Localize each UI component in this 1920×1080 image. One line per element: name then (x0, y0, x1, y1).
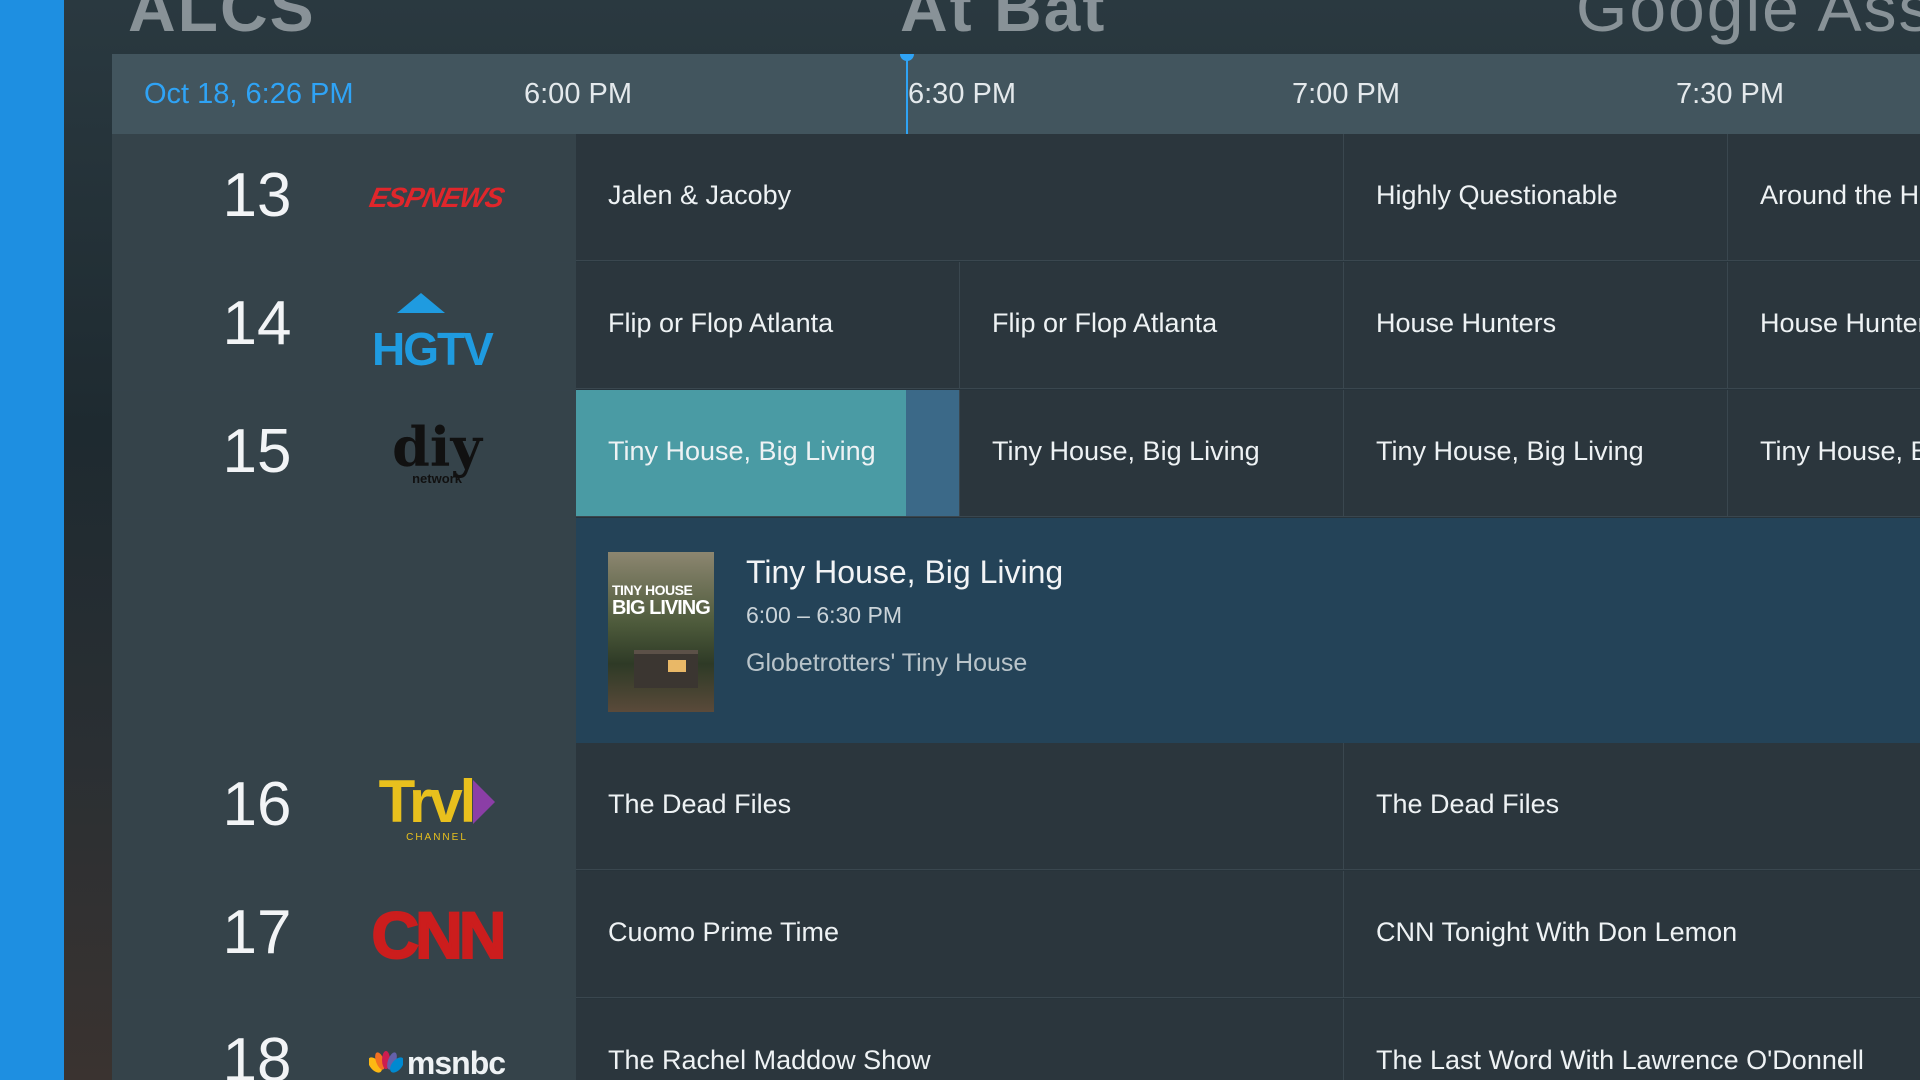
msnbc-logo: msnbc (362, 1019, 512, 1080)
program-cell[interactable]: Tiny House, Big Living (960, 390, 1344, 517)
channel-number: 14 (222, 289, 292, 358)
channel-cell[interactable]: 13 ESPNEWS (112, 134, 576, 263)
channel-cell[interactable]: 14 HGTV (112, 262, 576, 391)
time-slot-730: 7:30 PM (1676, 78, 1784, 110)
program-cell[interactable]: Tiny House, Bi (1728, 390, 1920, 517)
channel-number: 18 (222, 1026, 292, 1080)
detail-time: 6:00 – 6:30 PM (746, 602, 902, 628)
program-remaining-time (906, 390, 960, 517)
program-cell[interactable]: The Rachel Maddow Show (576, 999, 1344, 1080)
channel-cell[interactable]: 17 CNN (112, 871, 576, 1000)
program-cell[interactable]: The Last Word With Lawrence O'Donnell (1344, 999, 1920, 1080)
detail-panel[interactable]: TINY HOUSE BIG LIVING Tiny House, Big Li… (576, 518, 1920, 743)
background-title-assistant: Google Assistant (1576, 0, 1920, 45)
program-cell[interactable]: House Hunters (1728, 262, 1920, 389)
channel-row-17: 17 CNN Cuomo Prime Time CNN Tonight With… (112, 871, 1920, 1000)
program-cell[interactable]: The Dead Files (576, 743, 1344, 870)
channel-cell[interactable]: 15 diy network (112, 390, 576, 519)
diy-logo: diy network (392, 414, 482, 486)
channel-number: 17 (222, 898, 292, 967)
current-time: Oct 18, 6:26 PM (144, 78, 354, 110)
time-slot-700: 7:00 PM (1292, 78, 1400, 110)
background-title-atbat: At Bat (900, 0, 1107, 45)
detail-title: Tiny House, Big Living (746, 554, 1064, 590)
play-triangle-icon (473, 779, 496, 824)
channel-cell[interactable]: 18 msnbc (112, 999, 576, 1080)
background-title-alcs: ALCS (128, 0, 316, 45)
program-cell[interactable]: Tiny House, Big Living (1344, 390, 1728, 517)
espnews-logo: ESPNEWS (367, 182, 507, 213)
detail-episode: Globetrotters' Tiny House (746, 649, 1028, 677)
program-cell-selected[interactable]: Tiny House, Big Living (576, 390, 906, 517)
time-slot-630: 6:30 PM (908, 78, 1016, 110)
channel-number: 15 (222, 417, 292, 486)
detail-channel-spacer (112, 518, 576, 743)
left-accent-stripe (0, 0, 64, 1080)
program-cell[interactable]: Jalen & Jacoby (576, 134, 1344, 261)
cnn-logo: CNN (371, 897, 508, 973)
time-slot-600: 6:00 PM (524, 78, 632, 110)
channel-row-15: 15 diy network Tiny House, Big Living Ti… (112, 390, 1920, 519)
nbc-peacock-icon (368, 1051, 403, 1073)
program-cell[interactable]: Highly Questionable (1344, 134, 1728, 261)
travel-channel-logo: Trvl CHANNEL (362, 763, 512, 851)
poster-house-image (634, 650, 698, 688)
program-guide: Oct 18, 6:26 PM 6:00 PM 6:30 PM 7:00 PM … (112, 54, 1920, 1080)
now-indicator-line (906, 54, 908, 134)
channel-row-13: 13 ESPNEWS Jalen & Jacoby Highly Questio… (112, 134, 1920, 263)
time-bar: Oct 18, 6:26 PM 6:00 PM 6:30 PM 7:00 PM … (112, 54, 1920, 134)
channel-row-14: 14 HGTV Flip or Flop Atlanta Flip or Flo… (112, 262, 1920, 391)
program-poster: TINY HOUSE BIG LIVING (608, 552, 714, 712)
program-cell[interactable]: House Hunters (1344, 262, 1728, 389)
channel-row-16: 16 Trvl CHANNEL The Dead Files The Dead … (112, 743, 1920, 872)
program-cell[interactable]: Flip or Flop Atlanta (576, 262, 960, 389)
program-cell[interactable]: The Dead Files (1344, 743, 1920, 870)
channel-number: 13 (222, 161, 292, 230)
channel-row-18: 18 msnbc The Rachel Maddow Show The Last… (112, 999, 1920, 1080)
channel-number: 16 (222, 770, 292, 839)
now-indicator-dot (900, 54, 914, 61)
program-details: TINY HOUSE BIG LIVING Tiny House, Big Li… (112, 518, 1920, 743)
hgtv-logo: HGTV (362, 282, 512, 375)
program-cell[interactable]: Flip or Flop Atlanta (960, 262, 1344, 389)
program-cell[interactable]: Cuomo Prime Time (576, 871, 1344, 998)
program-cell[interactable]: Around the Ho (1728, 134, 1920, 261)
channel-cell[interactable]: 16 Trvl CHANNEL (112, 743, 576, 872)
program-cell[interactable]: CNN Tonight With Don Lemon (1344, 871, 1920, 998)
